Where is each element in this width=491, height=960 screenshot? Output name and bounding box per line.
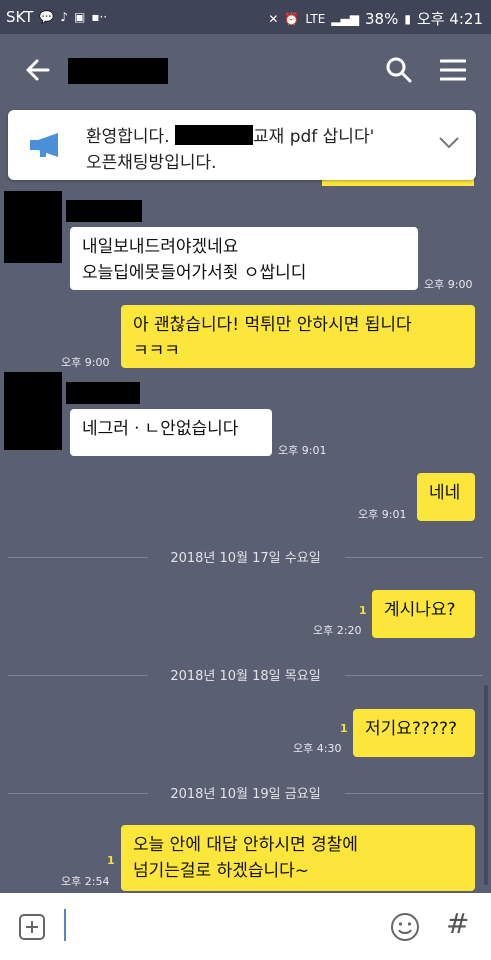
menu-icon[interactable] [440,58,466,82]
incoming-message[interactable]: 네그러ㆍㄴ안없습니다 [70,409,272,456]
sender-name-redacted [66,382,140,404]
message-line: 내일보내드려야겠네요 [82,237,239,257]
notice-line-1: 환영합니다. 교재 pdf 삽니다' [86,122,374,147]
network-label: LTE [305,11,326,26]
message-line: 오늘딥에못들어가서죗 ㅇ쌉니디 [82,263,307,283]
more-notifications-icon: ▪·· [91,10,108,24]
battery-icon: ▮ [404,11,411,26]
unread-count: 1 [107,854,115,867]
message-time: 오후 9:00 [424,278,473,291]
status-bar: SKT 💬 ♪ ▣ ▪·· ✕ ⏰ LTE ▂▄▆ 38% ▮ 오후 4:21 [0,0,491,34]
notice-prefix: 환영합니다. [86,127,170,147]
emoji-icon[interactable] [390,912,420,942]
notice-line-2: 오픈채팅방입니다. [86,153,217,173]
carrier-label: SKT [6,8,34,26]
message-time: 오후 2:54 [61,875,110,888]
sender-name-redacted [66,200,142,222]
alarm-icon: ⏰ [284,11,300,26]
chat-header [0,34,491,110]
signal-icon: ▂▄▆ [331,11,359,26]
date-separator: 2018년 10월 19일 금요일 [0,783,491,803]
chat-notification-icon: 💬 [39,10,55,24]
message-time: 오후 4:30 [293,742,342,755]
clock-label: 오후 4:21 [416,10,483,28]
message-line: 아 괜찮습니다! 먹튀만 안하시면 됩니다 [133,315,412,335]
mute-icon: ✕ [268,11,279,26]
message-time: 오후 9:00 [61,356,110,369]
outgoing-message[interactable]: 오늘 안에 대답 안하시면 경찰에 넘기는걸로 하겠습니다~ [121,825,475,891]
message-line: 저기요????? [365,719,458,739]
search-icon[interactable] [385,56,413,84]
outgoing-message[interactable]: 저기요????? [353,709,475,757]
unread-count: 1 [340,722,348,735]
message-line: 오늘 안에 대답 안하시면 경찰에 [133,835,358,855]
notice-banner[interactable]: 환영합니다. 교재 pdf 삽니다' 오픈채팅방입니다. [8,110,476,180]
message-time: 오후 2:20 [313,624,362,637]
notice-suffix: 교재 pdf 삽니다' [253,127,375,147]
unread-count: 1 [359,604,367,617]
message-time: 오후 9:01 [358,508,407,521]
message-input-bar: # [0,893,491,960]
message-line: 네그러ㆍㄴ안없습니다 [82,419,239,439]
message-input[interactable] [64,909,66,941]
date-separator: 2018년 10월 18일 목요일 [0,665,491,685]
music-notification-icon: ♪ [60,10,68,24]
outgoing-message[interactable]: 계시나요? [372,590,475,638]
notice-redacted [175,125,254,145]
chat-title-redacted [68,58,168,84]
back-arrow-icon[interactable] [24,56,52,84]
avatar[interactable] [4,372,62,450]
avatar[interactable] [4,191,62,263]
message-line: ㅋㅋㅋ [133,341,180,361]
message-line: 네네 [429,483,461,503]
incoming-message[interactable]: 내일보내드려야겠네요 오늘딥에못들어가서죗 ㅇ쌉니디 [70,227,418,290]
megaphone-icon [30,133,58,157]
outgoing-message[interactable]: 아 괜찮습니다! 먹튀만 안하시면 됩니다 ㅋㅋㅋ [121,305,475,368]
bag-notification-icon: ▣ [73,10,86,24]
date-separator: 2018년 10월 17일 수요일 [0,547,491,567]
message-time: 오후 9:01 [278,444,327,457]
plus-icon[interactable] [18,913,46,941]
chevron-down-icon[interactable] [438,136,460,150]
outgoing-message[interactable]: 네네 [417,473,475,521]
scrollbar[interactable] [484,685,488,885]
hash-icon[interactable]: # [446,907,469,940]
message-line: 넘기는걸로 하겠습니다~ [133,861,310,881]
message-line: 계시나요? [384,600,456,620]
battery-label: 38% [364,9,399,28]
